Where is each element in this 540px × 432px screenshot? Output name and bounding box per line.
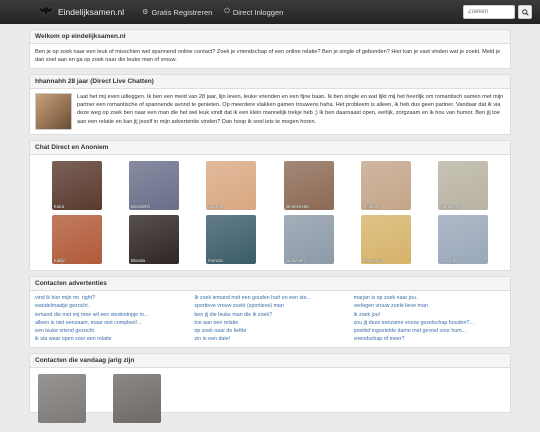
chat-title[interactable]: hhannahh 28 jaar (Direct Live Chatten): [30, 75, 510, 90]
profile-thumbnail[interactable]: Katlijn: [51, 215, 102, 265]
profile-grid: Kaira Blondehh annetje jannekes56 vlekeloe Na…: [30, 155, 510, 270]
search-form: [463, 5, 532, 19]
power-icon: ⏻: [224, 8, 230, 15]
ad-link[interactable]: een leuke vriend gezocht.: [35, 327, 186, 335]
ad-link[interactable]: verlegen vrouw zoekt lieve man: [354, 302, 505, 310]
chat-direct-title: Chat Direct en Anoniem: [30, 141, 510, 156]
ad-link[interactable]: sportieve vrouw zoekt (sportieve) man: [194, 302, 345, 310]
ads-column-2: Ik zoek iemand met een gouden hart en ee…: [194, 294, 345, 343]
chat-panel: hhannahh 28 jaar (Direct Live Chatten) L…: [29, 74, 511, 136]
birthday-panel: Contacten die vandaag jarig zijn: [29, 353, 511, 424]
ads-column-3: marjan is op zoek naar jou. verlegen vrou…: [354, 294, 505, 343]
ad-link[interactable]: toe aan een relatie: [194, 319, 345, 327]
ad-link[interactable]: marjan is op zoek naar jou.: [354, 294, 505, 302]
profile-name: annetje: [208, 204, 224, 210]
profile-name: eeuwijnzo: [362, 258, 383, 264]
ad-link[interactable]: op zoek naar de liefde: [194, 327, 345, 335]
profile-name: vlekeloe: [362, 204, 380, 210]
ad-link[interactable]: zin in een date!: [194, 335, 345, 343]
profile-photo[interactable]: [35, 93, 72, 131]
birthday-row: [30, 368, 510, 424]
profile-thumbnail[interactable]: annetje: [206, 161, 257, 211]
profile-thumbnail[interactable]: marzjak: [438, 215, 489, 265]
welcome-title: Welkom op eindelijksamen.nl: [30, 30, 510, 44]
search-input[interactable]: [463, 5, 515, 19]
ad-link[interactable]: ik zoek jou!: [354, 311, 505, 319]
profile-thumbnail[interactable]: Nanosexe: [438, 161, 489, 211]
profile-thumbnail[interactable]: vlekeloe: [360, 161, 411, 211]
profile-name: Blondehh: [130, 204, 151, 210]
login-label: Direct Inloggen: [232, 7, 284, 17]
welcome-text: Ben je op zoek naar een leuk of misschie…: [35, 49, 501, 64]
profile-thumbnail[interactable]: Blondehh: [128, 161, 179, 211]
register-icon: ⚙: [142, 9, 149, 16]
chat-text: Laat het mij even uitleggen. Ik ben een …: [77, 94, 504, 125]
search-icon: [521, 8, 529, 16]
profile-thumbnail[interactable]: [113, 374, 161, 424]
ads-title: Contacten advertenties: [30, 277, 510, 292]
ad-link[interactable]: alleen is niet eenzaam, maar niet comple…: [35, 319, 186, 327]
ads-links: vind ik hier mijn mr. right? wandelmaatje…: [30, 291, 510, 347]
profile-name: jannekes56: [285, 204, 309, 210]
navbar: Eindelijksamen.nl ⚙ Gratis Registreren ⏻…: [0, 0, 540, 24]
profile-name: Blonda: [130, 258, 145, 264]
profile-thumbnail[interactable]: [38, 374, 86, 424]
ads-panel: Contacten advertenties vind ik hier mijn…: [29, 276, 511, 349]
main-container: Welkom op eindelijksamen.nl Ben je op zo…: [29, 29, 511, 424]
profile-name: Kaira: [53, 204, 65, 210]
profile-thumbnail[interactable]: Blonda: [128, 215, 179, 265]
register-link[interactable]: ⚙ Gratis Registreren: [142, 8, 212, 17]
login-link[interactable]: ⏻ Direct Inloggen: [224, 8, 283, 17]
profile-name: Nanosexe: [440, 204, 461, 210]
profile-name: leoncia: [208, 258, 223, 264]
chat-direct-panel: Chat Direct en Anoniem Kaira Blondehh anne…: [29, 140, 511, 272]
ad-link[interactable]: wandelmaatje gezocht.: [35, 302, 186, 310]
ad-link[interactable]: zou jij deze eenzame vrouw gezelschap ho…: [354, 319, 505, 327]
profile-thumbnail[interactable]: Kaira: [51, 161, 102, 211]
profile-thumbnail[interactable]: juristavan: [283, 215, 334, 265]
profile-name: marzjak: [440, 258, 457, 264]
birthday-title: Contacten die vandaag jarig zijn: [30, 354, 510, 369]
search-button[interactable]: [518, 5, 532, 19]
profile-thumbnail[interactable]: eeuwijnzo: [360, 215, 411, 265]
profile-thumbnail[interactable]: leoncia: [206, 215, 257, 265]
bat-logo-icon: [38, 5, 54, 19]
ad-link[interactable]: positief ingestelde dame met gevoel voor…: [354, 327, 505, 335]
ads-column-1: vind ik hier mijn mr. right? wandelmaatje…: [35, 294, 186, 343]
ad-link[interactable]: iemand die met mij mee wil een stedentri…: [35, 311, 186, 319]
brand-name[interactable]: Eindelijksamen.nl: [58, 7, 124, 17]
profile-name: juristavan: [285, 258, 305, 264]
chat-body: Laat het mij even uitleggen. Ik ben een …: [30, 89, 510, 134]
logo[interactable]: Eindelijksamen.nl: [38, 5, 124, 19]
ad-link[interactable]: ben jij die leuke man die ik zoek?: [194, 311, 345, 319]
ad-link[interactable]: ik sta waar open voor een relatie: [35, 335, 186, 343]
ad-link[interactable]: Ik zoek iemand met een gouden hart en ee…: [194, 294, 345, 302]
welcome-panel: Welkom op eindelijksamen.nl Ben je op zo…: [29, 29, 511, 70]
ad-link[interactable]: vriendschap of meer?: [354, 335, 505, 343]
profile-name: Katlijn: [53, 258, 66, 264]
profile-thumbnail[interactable]: jannekes56: [283, 161, 334, 211]
ad-link[interactable]: vind ik hier mijn mr. right?: [35, 294, 186, 302]
register-label: Gratis Registreren: [151, 7, 213, 17]
